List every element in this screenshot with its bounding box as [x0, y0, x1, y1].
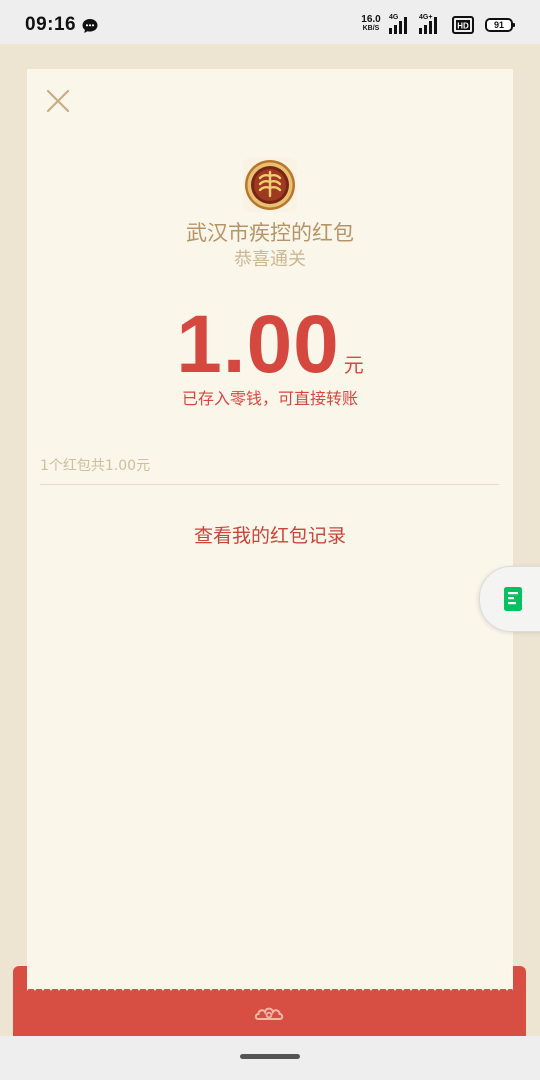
- signal-gen-label: 4G: [389, 14, 399, 21]
- amount-value: 1.00: [176, 299, 340, 390]
- signal-gen-label: 4G+: [419, 14, 433, 21]
- packet-summary: 1个红包共1.00元: [40, 458, 151, 474]
- document-icon: [504, 587, 522, 611]
- view-records-link[interactable]: 查看我的红包记录: [0, 522, 540, 550]
- deposit-note: 已存入零钱，可直接转账: [181, 389, 358, 408]
- signal-icon-sim2: 4G+: [419, 14, 445, 35]
- cloud-emblem-icon: [254, 1007, 284, 1020]
- floating-window-tab[interactable]: [479, 566, 540, 632]
- chat-bubble-icon: [82, 19, 98, 33]
- sender-avatar: [243, 158, 297, 212]
- network-speed-unit: KB/S: [362, 25, 380, 32]
- wheat-medal-icon: [245, 160, 295, 210]
- sender-name: 武汉市疾控的红包: [186, 221, 354, 245]
- home-indicator[interactable]: [240, 1054, 300, 1059]
- signal-icon-sim1: 4G: [389, 14, 415, 35]
- close-icon[interactable]: [42, 85, 74, 117]
- hd-icon: HD: [452, 16, 474, 34]
- greeting-message: 恭喜通关: [234, 249, 306, 270]
- network-speed: 16.0 KB/S: [359, 15, 383, 33]
- status-bar: 09:16 16.0 KB/S 4G 4G+ HD 91: [0, 0, 540, 44]
- status-time: 09:16: [25, 14, 77, 35]
- card-scalloped-edge: [27, 985, 513, 991]
- battery-percent: 91: [493, 20, 504, 30]
- divider: [40, 484, 499, 485]
- navigation-bar: [0, 1036, 540, 1080]
- amount-unit: 元: [343, 353, 364, 377]
- network-speed-value: 16.0: [361, 14, 381, 25]
- amount: 1.00 元: [0, 302, 540, 388]
- battery-icon: 91: [485, 18, 515, 32]
- hd-label: HD: [457, 22, 469, 31]
